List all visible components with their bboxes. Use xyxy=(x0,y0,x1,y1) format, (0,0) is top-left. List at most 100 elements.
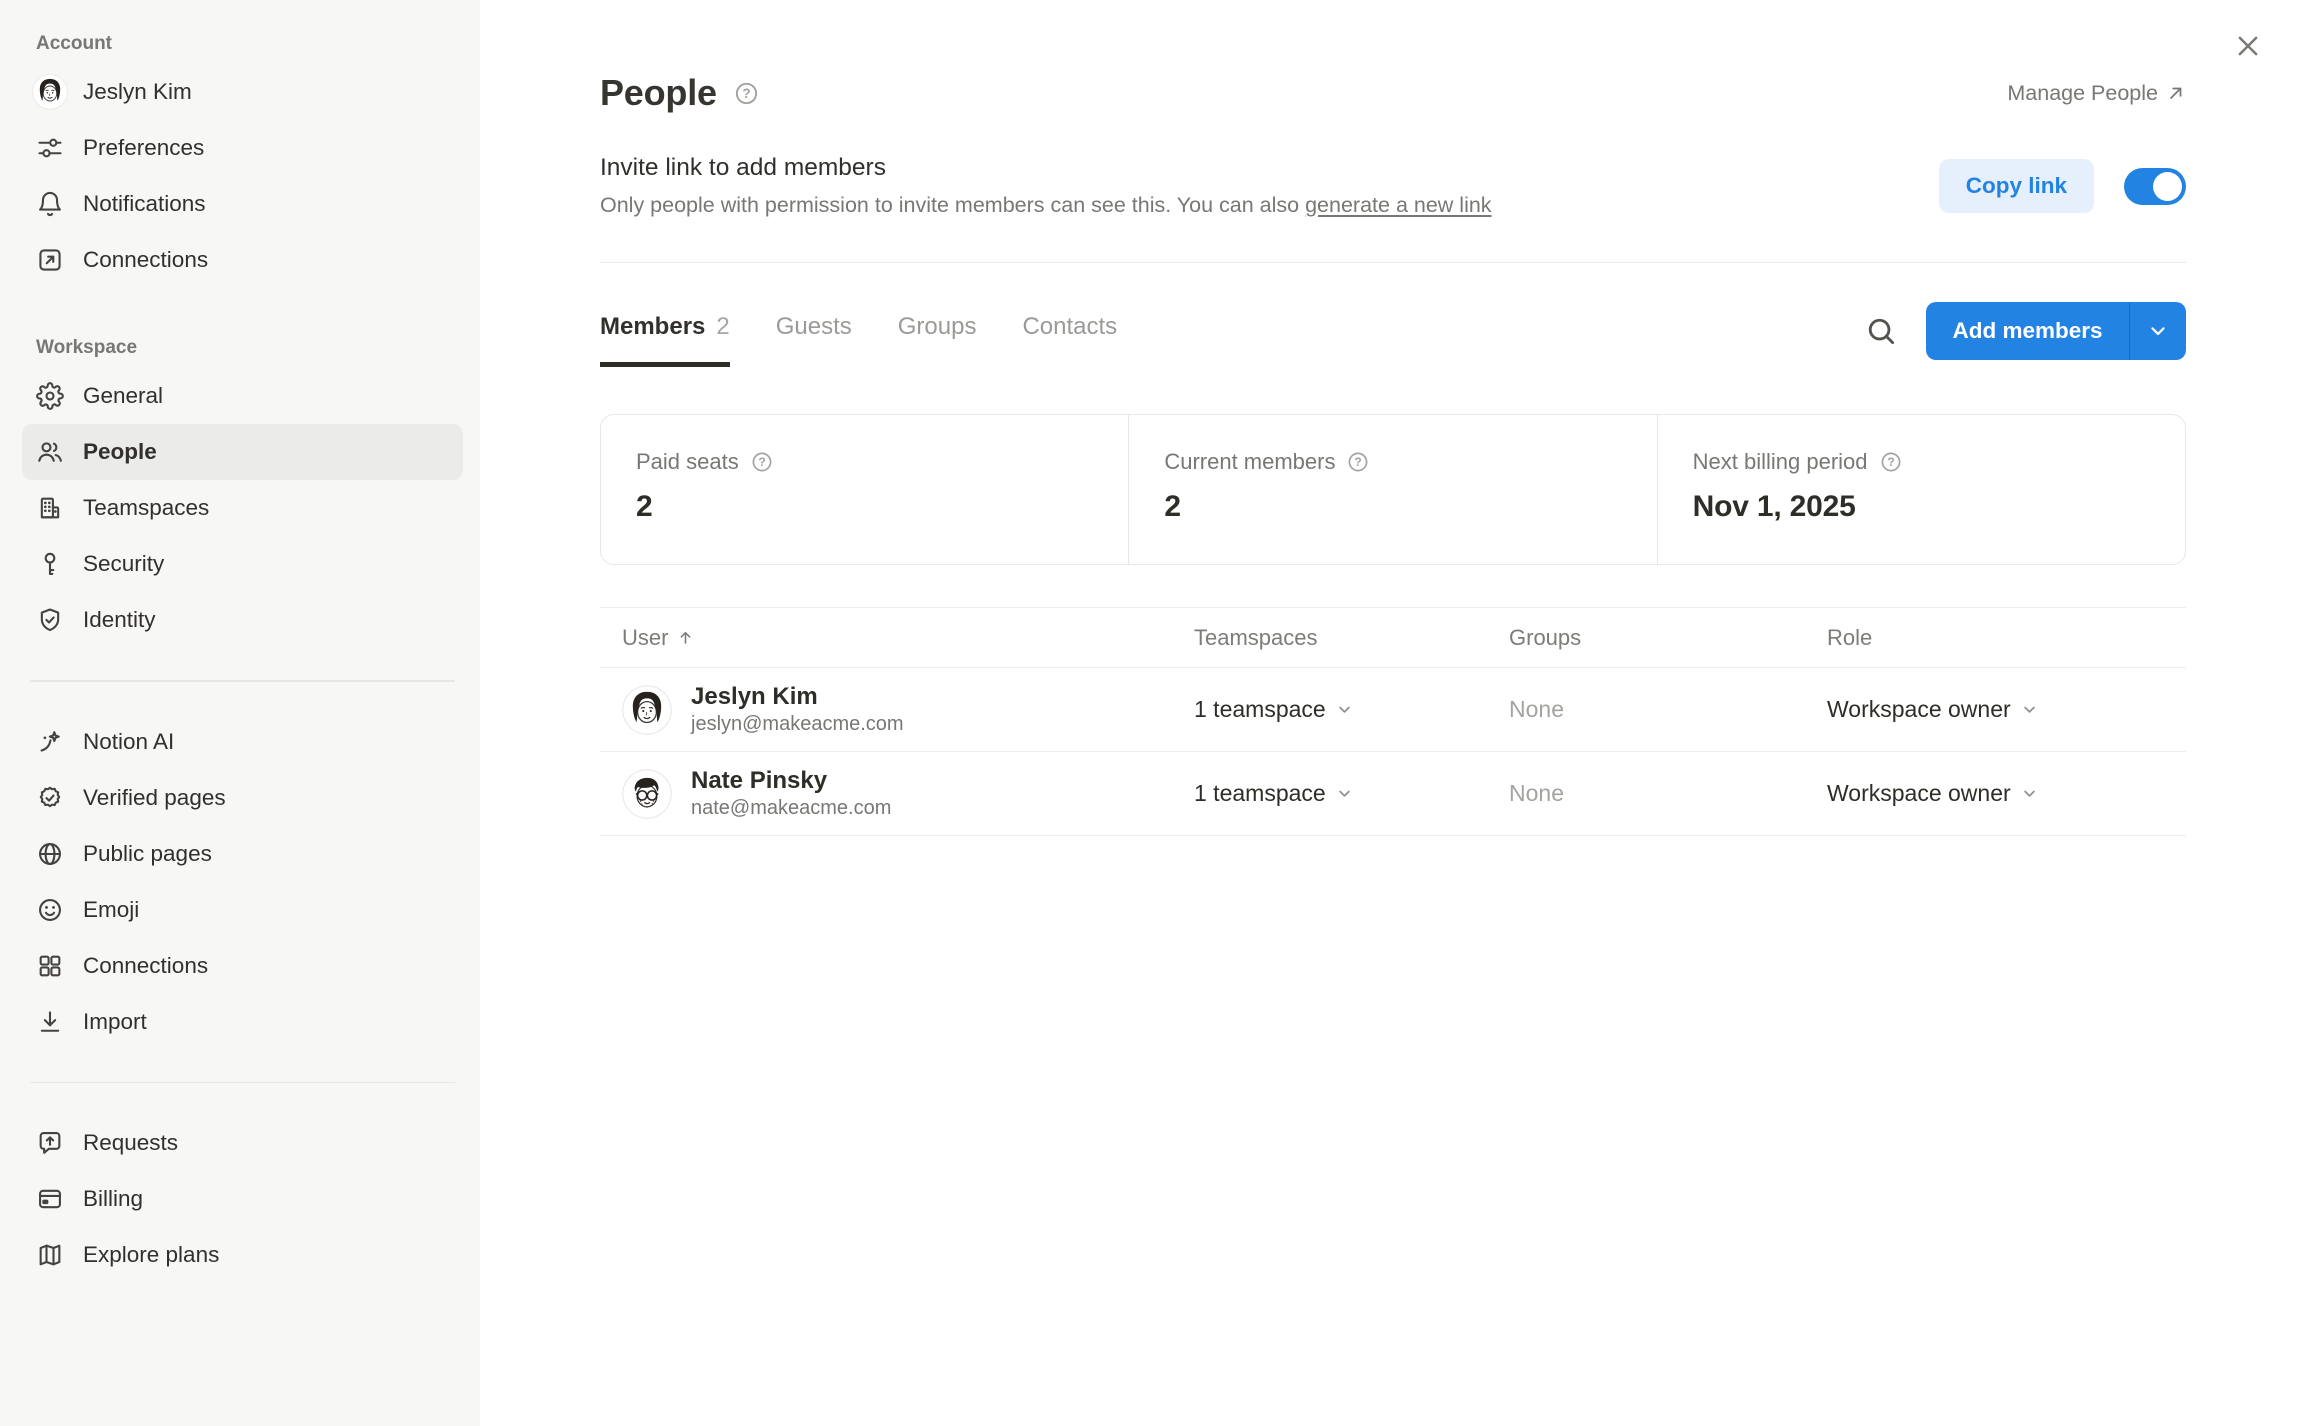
stat-next-billing-period: Next billing period? Nov 1, 2025 xyxy=(1657,415,2185,564)
user-cell: Jeslyn Kimjeslyn@makeacme.com xyxy=(622,683,1194,737)
sidebar-item-label: Verified pages xyxy=(83,785,226,811)
billing-stats-card: Paid seats?2Current members?2Next billin… xyxy=(600,414,2186,565)
sidebar-section-label: Workspace xyxy=(22,328,463,368)
sidebar-item-label: Notion AI xyxy=(83,729,174,755)
settings-dialog: Account Jeslyn Kim Preferences Notification… xyxy=(0,0,2298,1426)
sidebar-item-emoji[interactable]: Emoji xyxy=(22,882,463,938)
sidebar-item-explore-plans[interactable]: Explore plans xyxy=(22,1227,463,1283)
sidebar-item-requests[interactable]: Requests xyxy=(22,1115,463,1171)
stat-current-members: Current members?2 xyxy=(1128,415,1656,564)
building-icon xyxy=(36,494,64,522)
svg-text:?: ? xyxy=(1355,455,1362,469)
invite-link-toggle[interactable] xyxy=(2124,168,2186,205)
user-email: nate@makeacme.com xyxy=(691,797,891,820)
user-identity: Nate Pinskynate@makeacme.com xyxy=(691,767,891,821)
sidebar-item-people[interactable]: People xyxy=(22,424,463,480)
sidebar-item-public-pages[interactable]: Public pages xyxy=(22,826,463,882)
tab-contacts[interactable]: Contacts xyxy=(1022,313,1117,367)
tab-label: Groups xyxy=(898,313,977,341)
people-tabs: Members2 Guests Groups Contacts xyxy=(600,313,1117,367)
add-members-label: Add members xyxy=(1926,302,2128,360)
sidebar-item-label: Notifications xyxy=(83,191,206,217)
svg-text:?: ? xyxy=(758,455,765,469)
sidebar-item-identity[interactable]: Identity xyxy=(22,592,463,648)
column-header-label: Groups xyxy=(1509,625,1581,651)
download-icon xyxy=(36,1008,64,1036)
members-table: User Teamspaces Groups Role Jeslyn Kimjeslyn… xyxy=(600,607,2186,836)
tabs-row: Members2GuestsGroupsContacts Add members xyxy=(600,313,2186,367)
invite-link-description: Only people with permission to invite me… xyxy=(600,193,1492,218)
chevron-down-small-icon xyxy=(1335,700,1354,719)
role-value: Workspace owner xyxy=(1827,696,2011,723)
people-icon xyxy=(36,438,64,466)
sidebar-item-label: General xyxy=(83,383,163,409)
sidebar-section: Notion AI Verified pages Public pages Emoji… xyxy=(22,714,463,1050)
user-identity: Jeslyn Kimjeslyn@makeacme.com xyxy=(691,683,904,737)
column-header-label: Role xyxy=(1827,625,1872,651)
manage-people-link[interactable]: Manage People xyxy=(2007,81,2186,106)
column-header-label: User xyxy=(622,625,668,651)
sidebar-item-account-profile[interactable]: Jeslyn Kim xyxy=(22,64,463,120)
sidebar-item-import[interactable]: Import xyxy=(22,994,463,1050)
sidebar-item-label: Jeslyn Kim xyxy=(83,79,192,105)
sidebar-item-connections-account[interactable]: Connections xyxy=(22,232,463,288)
sidebar-item-label: Identity xyxy=(83,607,156,633)
tab-guests[interactable]: Guests xyxy=(776,313,852,367)
generate-new-link[interactable]: generate a new link xyxy=(1305,193,1491,217)
stat-label-text: Next billing period xyxy=(1693,449,1868,475)
tab-members[interactable]: Members2 xyxy=(600,313,730,367)
chevron-down-small-icon xyxy=(2020,700,2039,719)
settings-sidebar: Account Jeslyn Kim Preferences Notification… xyxy=(0,0,480,1426)
help-icon[interactable]: ? xyxy=(733,80,760,107)
stat-value: Nov 1, 2025 xyxy=(1693,490,2175,524)
close-icon[interactable] xyxy=(2234,32,2262,60)
shield-check-icon xyxy=(36,606,64,634)
question-circle-icon: ? xyxy=(750,450,774,474)
user-name: Jeslyn Kim xyxy=(691,683,904,711)
chevron-down-icon xyxy=(2147,320,2169,342)
role-dropdown[interactable]: Workspace owner xyxy=(1827,696,2186,723)
column-header-label: Teamspaces xyxy=(1194,625,1318,651)
sidebar-item-label: Billing xyxy=(83,1186,143,1212)
teamspaces-value: 1 teamspace xyxy=(1194,696,1326,723)
add-members-dropdown[interactable] xyxy=(2130,302,2186,360)
column-header-groups[interactable]: Groups xyxy=(1509,625,1827,651)
invite-link-section: Invite link to add members Only people w… xyxy=(600,154,2186,218)
sidebar-divider xyxy=(30,680,455,682)
sidebar-item-notifications[interactable]: Notifications xyxy=(22,176,463,232)
sidebar-section-label: Account xyxy=(22,24,463,64)
sidebar-item-verified-pages[interactable]: Verified pages xyxy=(22,770,463,826)
arrow-up-right-icon xyxy=(2166,83,2186,103)
sidebar-item-preferences[interactable]: Preferences xyxy=(22,120,463,176)
stat-label: Next billing period? xyxy=(1693,449,2175,475)
copy-link-button[interactable]: Copy link xyxy=(1939,159,2094,213)
avatar-jeslyn-icon xyxy=(32,74,68,110)
sidebar-item-label: Public pages xyxy=(83,841,212,867)
page-title: People xyxy=(600,72,717,114)
sidebar-item-connections-workspace[interactable]: Connections xyxy=(22,938,463,994)
column-header-user[interactable]: User xyxy=(622,625,1194,651)
stat-paid-seats: Paid seats?2 xyxy=(601,415,1128,564)
tab-label: Guests xyxy=(776,313,852,341)
sidebar-divider xyxy=(30,1082,455,1084)
sidebar-item-billing[interactable]: Billing xyxy=(22,1171,463,1227)
teamspaces-value: 1 teamspace xyxy=(1194,780,1326,807)
sidebar-item-security[interactable]: Security xyxy=(22,536,463,592)
sidebar-item-general[interactable]: General xyxy=(22,368,463,424)
sidebar-item-teamspaces[interactable]: Teamspaces xyxy=(22,480,463,536)
role-dropdown[interactable]: Workspace owner xyxy=(1827,780,2186,807)
sidebar-item-notion-ai[interactable]: Notion AI xyxy=(22,714,463,770)
column-header-teamspaces[interactable]: Teamspaces xyxy=(1194,625,1509,651)
search-icon[interactable] xyxy=(1864,314,1898,348)
tab-groups[interactable]: Groups xyxy=(898,313,977,367)
tab-label: Members xyxy=(600,313,705,341)
teamspaces-dropdown[interactable]: 1 teamspace xyxy=(1194,780,1509,807)
user-cell: Nate Pinskynate@makeacme.com xyxy=(622,767,1194,821)
teamspaces-dropdown[interactable]: 1 teamspace xyxy=(1194,696,1509,723)
badge-check-icon xyxy=(36,784,64,812)
user-name: Nate Pinsky xyxy=(691,767,891,795)
stat-value: 2 xyxy=(1164,490,1646,524)
column-header-role[interactable]: Role xyxy=(1827,625,2186,651)
add-members-button[interactable]: Add members xyxy=(1926,302,2186,360)
gear-icon xyxy=(36,382,64,410)
